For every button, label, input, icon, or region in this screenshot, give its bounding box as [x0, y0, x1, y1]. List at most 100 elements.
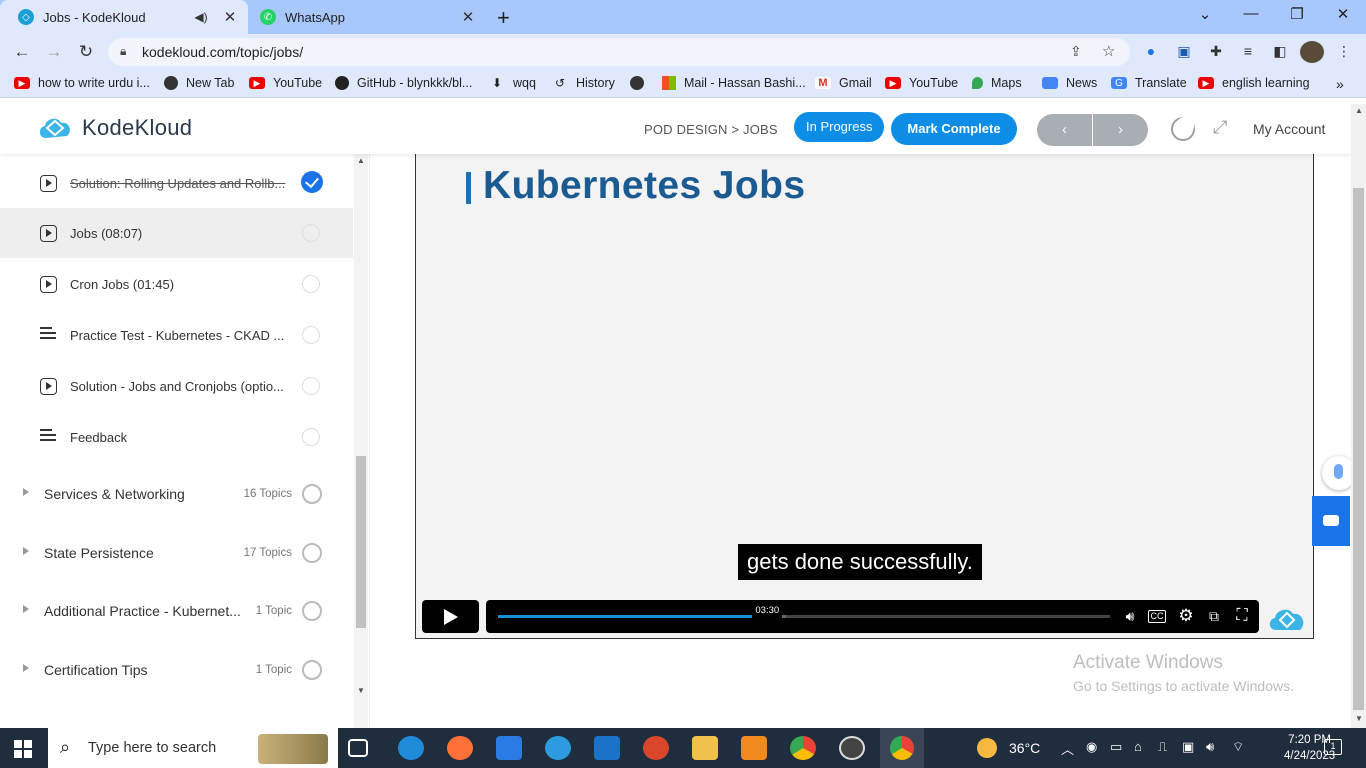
dark-mode-toggle-icon[interactable]	[1171, 117, 1195, 141]
play-button[interactable]	[422, 600, 479, 633]
volume-tray-icon[interactable]: 🔊︎	[1206, 739, 1214, 755]
bookmark-maps[interactable]: Maps	[972, 76, 1022, 90]
menu-kebab-icon[interactable]: ⋮	[1334, 43, 1354, 61]
voice-assistant-mic-icon[interactable]	[1322, 456, 1351, 490]
bookmark-translate[interactable]: G Translate	[1111, 76, 1187, 90]
lesson-item[interactable]: Solution - Jobs and Cronjobs (optio...	[0, 361, 353, 411]
incomplete-circle-icon[interactable]	[302, 326, 320, 344]
bookmark-globe[interactable]	[630, 76, 652, 90]
notifications-icon[interactable]: 1	[1324, 739, 1342, 755]
edge-browser-icon[interactable]	[398, 736, 424, 760]
bookmark-github[interactable]: GitHub - blynkkk/bl...	[335, 76, 472, 90]
fullscreen-expand-icon[interactable]: ⤢	[1213, 117, 1227, 138]
audio-playing-icon[interactable]: ◀)	[190, 10, 212, 24]
section-state-persistence[interactable]: State Persistence 17 Topics	[0, 529, 353, 579]
app-gear-icon[interactable]	[741, 736, 767, 760]
new-tab-icon[interactable]: +	[497, 5, 510, 31]
microsoft-store-icon[interactable]	[496, 736, 522, 760]
scrollbar-thumb[interactable]	[1353, 188, 1364, 710]
settings-gear-icon[interactable]: ⚙	[1176, 606, 1196, 626]
lesson-item[interactable]: Cron Jobs (01:45)	[0, 259, 353, 309]
file-explorer-icon[interactable]	[692, 736, 718, 760]
minimize-icon[interactable]: —	[1228, 5, 1274, 27]
seek-bar[interactable]: 03:30	[498, 603, 1110, 619]
my-account-link[interactable]: My Account	[1253, 121, 1325, 137]
scrollbar-thumb[interactable]	[356, 456, 366, 628]
in-progress-badge[interactable]: In Progress	[794, 112, 885, 142]
section-services-networking[interactable]: Services & Networking 16 Topics	[0, 470, 353, 520]
windows-start-icon[interactable]	[14, 740, 32, 758]
tab-kodekloud[interactable]: ◇ Jobs - KodeKloud ◀) ✕	[0, 0, 248, 34]
obs-icon[interactable]	[839, 736, 865, 760]
chrome-active-icon[interactable]	[880, 728, 924, 768]
side-panel-icon[interactable]: ◧	[1270, 43, 1290, 61]
firefox-icon[interactable]	[447, 736, 473, 760]
chat-widget-icon[interactable]	[1312, 496, 1350, 546]
mail-icon[interactable]	[594, 736, 620, 760]
usb-icon[interactable]: ⎍	[1158, 739, 1167, 755]
next-lesson-button[interactable]: ›	[1093, 114, 1148, 146]
media-queue-icon[interactable]: ≡	[1238, 43, 1258, 61]
back-icon[interactable]: ←	[10, 40, 34, 64]
lesson-item[interactable]: Solution: Rolling Updates and Rollb...	[0, 158, 353, 208]
task-view-icon[interactable]	[348, 739, 368, 757]
scroll-down-icon[interactable]: ▼	[357, 686, 365, 695]
close-tab-icon[interactable]: ✕	[458, 8, 478, 26]
close-window-icon[interactable]: ✕	[1320, 5, 1366, 27]
scroll-up-icon[interactable]: ▲	[1355, 106, 1363, 115]
app-swirl-icon[interactable]	[643, 736, 669, 760]
bookmark-wqq[interactable]: ⬇ wqq	[489, 76, 536, 90]
extensions-puzzle-icon[interactable]: ✚	[1206, 43, 1226, 61]
section-certification-tips[interactable]: Certification Tips 1 Topic	[0, 646, 353, 696]
section-additional-practice[interactable]: Additional Practice - Kubernet... 1 Topi…	[0, 587, 353, 637]
voice-search-icon[interactable]: ●	[1141, 43, 1161, 61]
sidebar-scrollbar[interactable]: ▲ ▼	[354, 154, 368, 728]
lesson-item-current[interactable]: Jobs (08:07)	[0, 208, 353, 258]
previous-lesson-button[interactable]: ‹	[1037, 114, 1092, 146]
show-hidden-icons-icon[interactable]: ︿	[1061, 739, 1074, 758]
restore-icon[interactable]: ❐	[1274, 5, 1320, 27]
tab-whatsapp[interactable]: ✆ WhatsApp ✕	[250, 0, 486, 34]
volume-icon[interactable]: 🔊︎	[1120, 606, 1140, 626]
incomplete-circle-icon[interactable]	[302, 377, 320, 395]
lesson-item[interactable]: Feedback	[0, 412, 353, 462]
reload-icon[interactable]: ↻	[74, 40, 98, 64]
address-bar[interactable]: 🔒︎ kodekloud.com/topic/jobs/ ⇪ ☆	[108, 38, 1130, 66]
bookmark-new-tab[interactable]: New Tab	[164, 76, 234, 90]
incomplete-circle-icon[interactable]	[302, 224, 320, 242]
tab-search-icon[interactable]: ⌄	[1182, 5, 1228, 27]
wifi-icon[interactable]: ⌔	[1232, 739, 1244, 755]
display-icon[interactable]: ▣	[1182, 739, 1194, 755]
video-player[interactable]: Kubernetes Jobs gets done successfully. …	[415, 154, 1314, 639]
app-globe-icon[interactable]	[545, 736, 571, 760]
bookmark-gmail[interactable]: M Gmail	[815, 76, 872, 90]
mark-complete-button[interactable]: Mark Complete	[891, 113, 1017, 145]
picture-in-picture-icon[interactable]: ⧉	[1204, 606, 1224, 626]
bookmark-mail[interactable]: Mail - Hassan Bashi...	[662, 76, 806, 90]
weather-widget[interactable]: 36°C	[977, 738, 1040, 758]
captions-icon[interactable]: CC	[1148, 610, 1166, 623]
taskbar-search-box[interactable]: ⌕ Type here to search	[48, 728, 338, 768]
bookmark-history[interactable]: ↺ History	[552, 76, 615, 90]
lesson-item[interactable]: Practice Test - Kubernetes - CKAD ...	[0, 310, 353, 360]
incomplete-circle-icon[interactable]	[302, 428, 320, 446]
bookmark-urdu[interactable]: ▶ how to write urdu i...	[14, 76, 150, 90]
scroll-up-icon[interactable]: ▲	[357, 156, 365, 165]
scroll-down-icon[interactable]: ▼	[1355, 714, 1363, 723]
bookmark-youtube-2[interactable]: ▶ YouTube	[885, 76, 958, 90]
share-icon[interactable]: ⇪	[1070, 43, 1082, 60]
chrome-icon[interactable]	[790, 736, 816, 760]
bookmark-news[interactable]: News	[1042, 76, 1097, 90]
bookmark-youtube[interactable]: ▶ YouTube	[249, 76, 322, 90]
forward-icon[interactable]: →	[42, 40, 66, 64]
record-icon[interactable]: ◉	[1086, 739, 1097, 755]
page-scrollbar[interactable]: ▲ ▼	[1351, 104, 1366, 728]
bookmark-english-learning[interactable]: ▶ english learning	[1198, 76, 1310, 90]
completed-check-icon[interactable]	[301, 171, 323, 193]
profile-avatar[interactable]	[1300, 41, 1324, 63]
network-device-icon[interactable]: ⌂	[1134, 739, 1142, 754]
incomplete-circle-icon[interactable]	[302, 275, 320, 293]
more-bookmarks-icon[interactable]: »	[1336, 76, 1344, 92]
fullscreen-icon[interactable]: ⛶	[1232, 606, 1252, 626]
close-tab-icon[interactable]: ✕	[220, 8, 240, 26]
